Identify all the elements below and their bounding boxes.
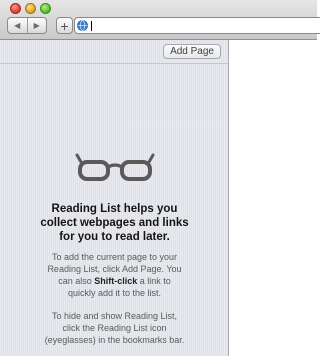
close-window-button[interactable] [10, 3, 21, 14]
instruction-line: Reading List, click Add Page. You [47, 264, 182, 274]
reading-list-header: Add Page [0, 40, 228, 64]
forward-button[interactable]: ▶ [26, 18, 47, 33]
minimize-window-button[interactable] [25, 3, 36, 14]
instruction-line: (eyeglasses) in the bookmarks bar. [44, 335, 185, 345]
headline-line: for you to read later. [59, 231, 170, 243]
instruction-line: click the Reading List icon [62, 323, 167, 333]
address-bar[interactable] [74, 17, 320, 34]
window-titlebar: ◀ ▶ + [0, 0, 320, 40]
reading-list-headline: Reading List helps you collect webpages … [10, 202, 219, 244]
toggle-instructions: To hide and show Reading List, click the… [16, 310, 213, 346]
headline-line: Reading List helps you [51, 203, 178, 215]
shift-click-emphasis: Shift-click [94, 276, 138, 286]
headline-line: collect webpages and links [40, 217, 189, 229]
back-forward-group: ◀ ▶ [7, 17, 47, 34]
back-arrow-icon: ◀ [14, 21, 21, 30]
instruction-line: quickly add it to the list. [67, 288, 162, 298]
text-caret [91, 21, 92, 31]
instruction-line: can also Shift-click a link to [16, 275, 213, 287]
globe-icon [77, 20, 88, 31]
instruction-text: a link to [137, 276, 171, 286]
web-content-area[interactable] [229, 40, 317, 356]
back-button[interactable]: ◀ [8, 18, 27, 33]
zoom-window-button[interactable] [40, 3, 51, 14]
instruction-line: To hide and show Reading List, [51, 311, 178, 321]
add-page-instructions: To add the current page to your Reading … [16, 251, 213, 299]
eyeglasses-icon [75, 153, 155, 181]
add-page-button[interactable]: Add Page [163, 44, 221, 59]
plus-icon: + [60, 17, 69, 34]
reading-list-sidebar: Add Page Reading List helps you collect … [0, 40, 229, 356]
add-bookmark-button[interactable]: + [56, 17, 73, 34]
forward-arrow-icon: ▶ [33, 21, 40, 30]
instruction-text: can also [58, 276, 95, 286]
instruction-line: To add the current page to your [51, 252, 178, 262]
